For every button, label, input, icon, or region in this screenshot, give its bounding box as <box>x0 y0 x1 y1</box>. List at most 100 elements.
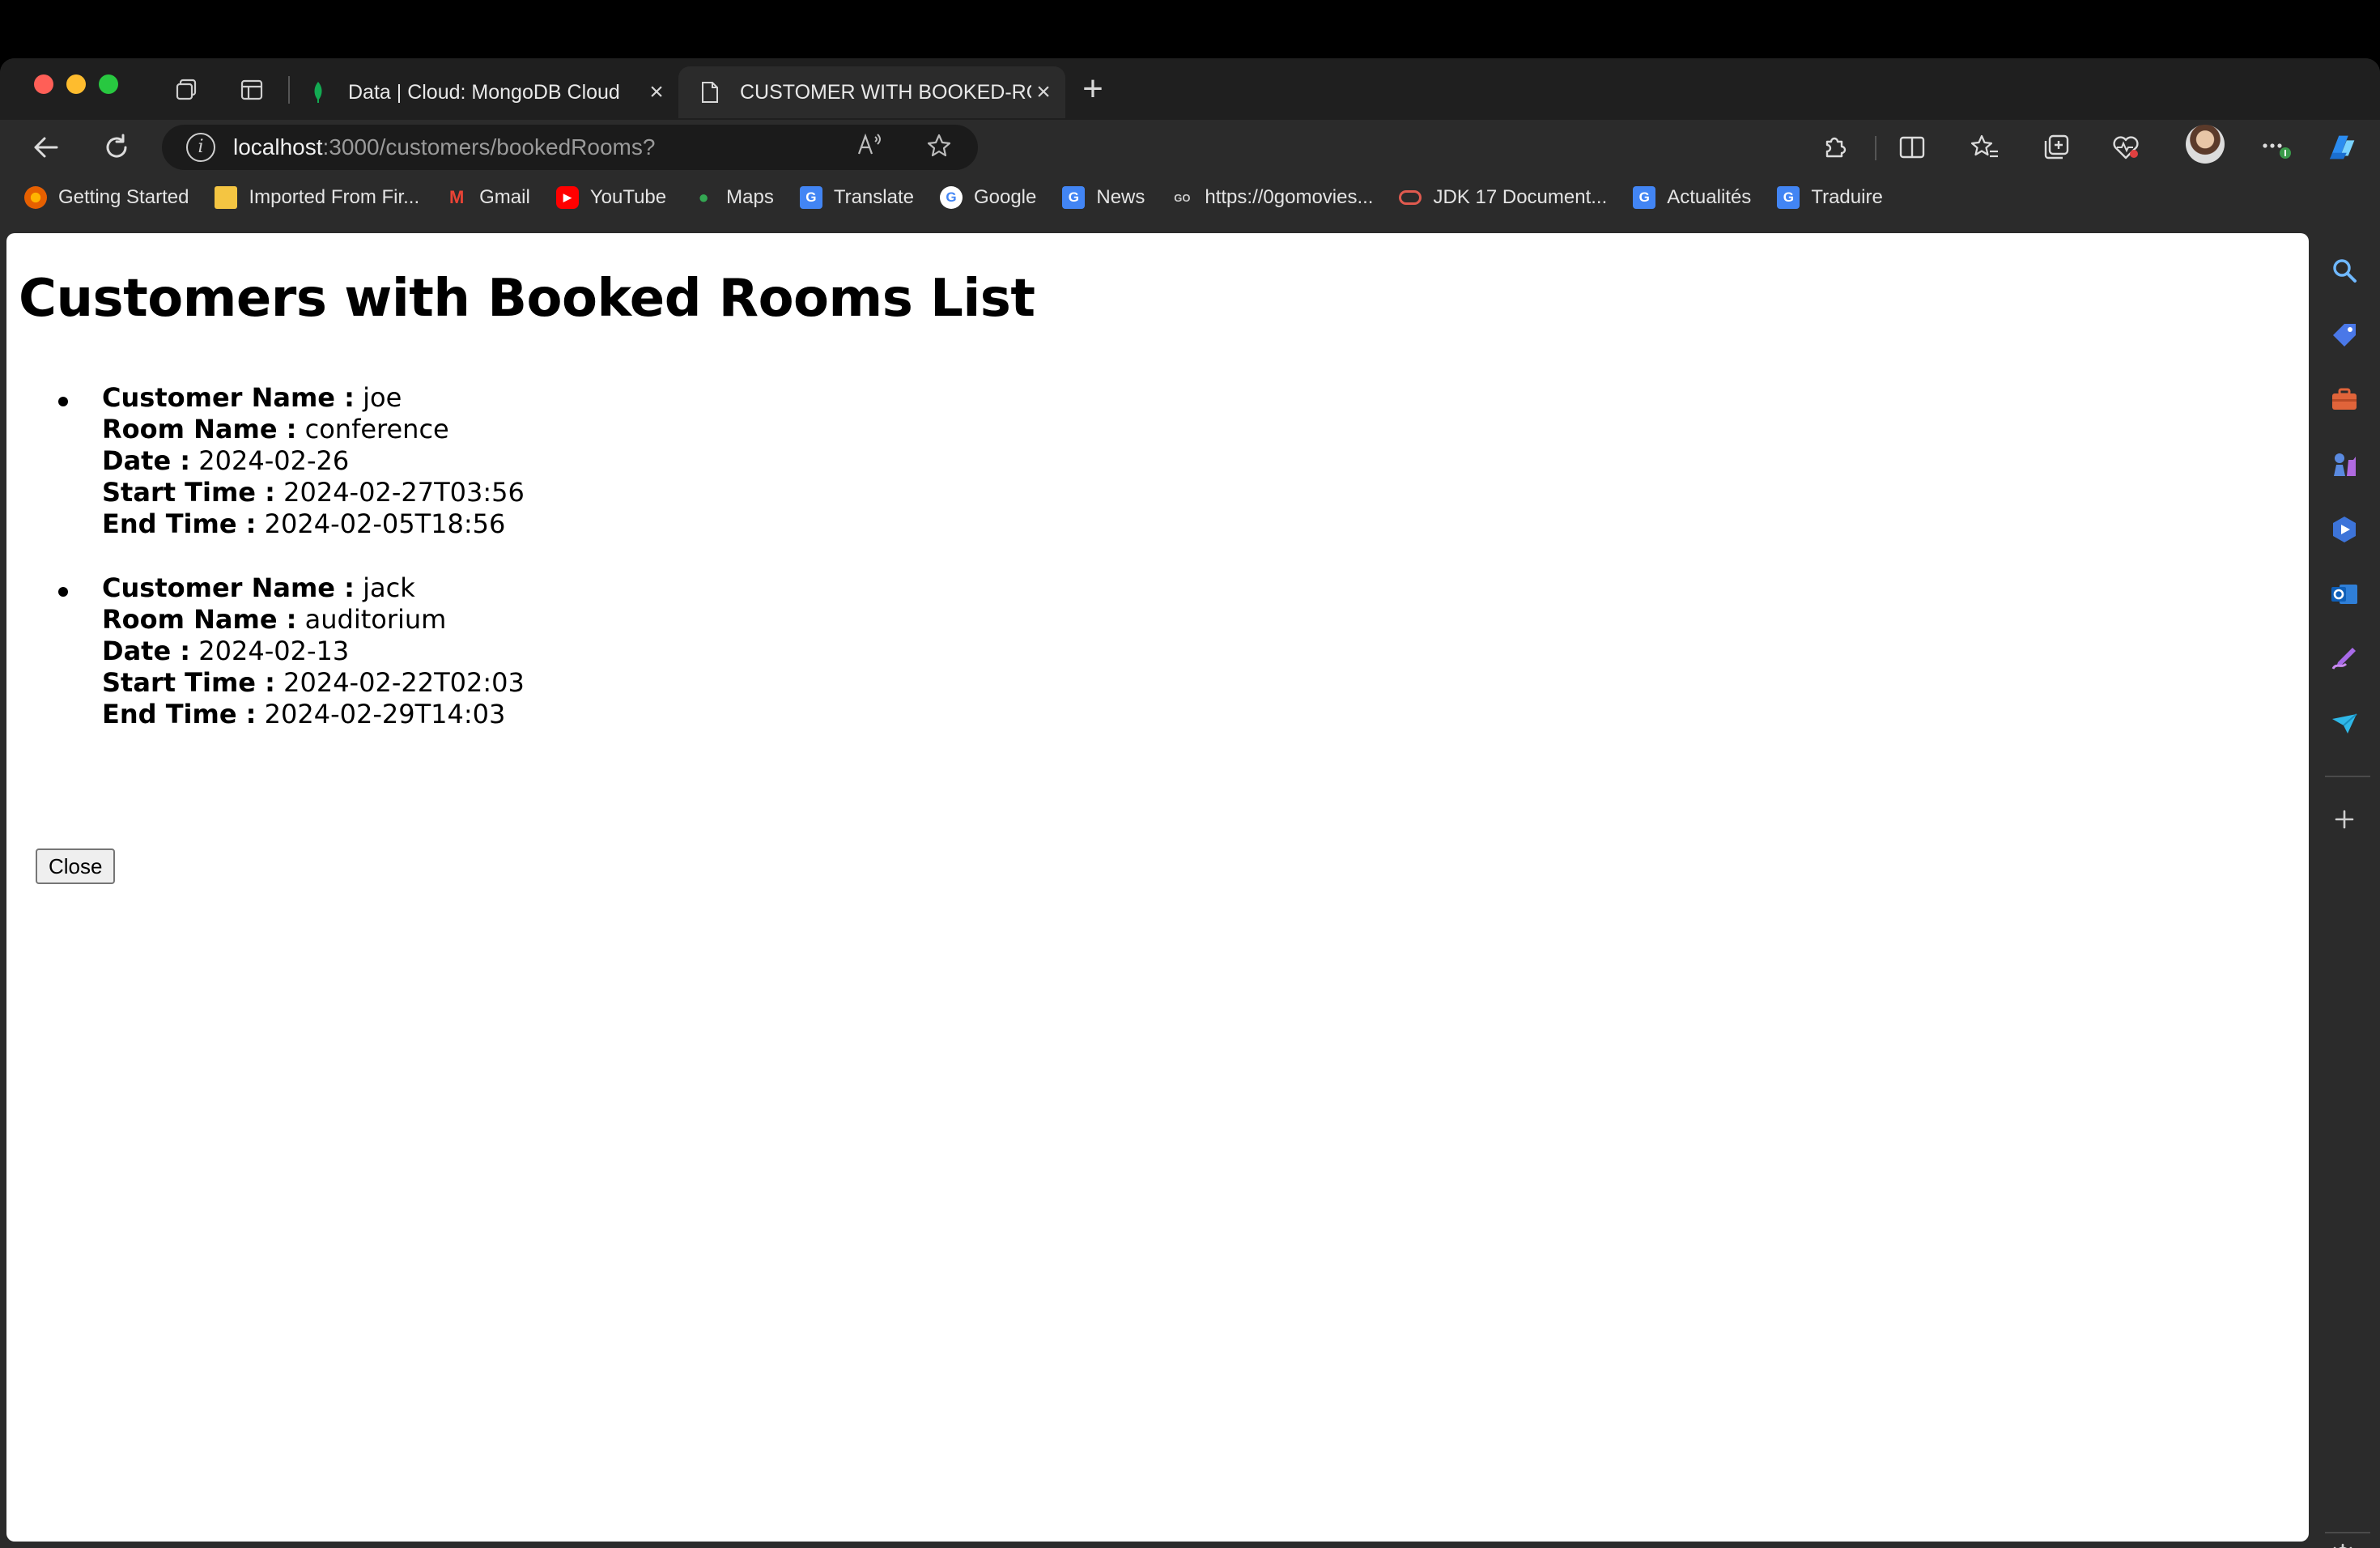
favorite-star-icon[interactable] <box>924 133 954 162</box>
bookmark-label: Maps <box>726 186 774 208</box>
end-time-field: End Time : 2024-02-05T18:56 <box>102 508 525 540</box>
more-options-icon[interactable] <box>2259 130 2294 165</box>
field-label: End Time : <box>102 508 257 539</box>
bookmark-actualit-s[interactable]: G Actualités <box>1633 186 1751 209</box>
bookmark-https-0gomovies[interactable]: GO https://0gomovies... <box>1171 186 1373 209</box>
bookmark-label: News <box>1096 186 1145 208</box>
sidebar-divider <box>2325 776 2370 777</box>
page-title: Customers with Booked Rooms List <box>19 269 1035 329</box>
room-name-field: Room Name : conference <box>102 414 525 445</box>
add-sidebar-app-icon[interactable] <box>2328 805 2361 841</box>
read-aloud-icon[interactable] <box>855 133 884 162</box>
field-value: 2024-02-26 <box>198 445 350 476</box>
bookmark-imported-from-fir[interactable]: Imported From Fir... <box>215 186 419 209</box>
customer-name-field: Customer Name : jack <box>102 572 525 604</box>
designer-icon[interactable] <box>2330 644 2359 674</box>
bookmark-gmail[interactable]: M Gmail <box>445 186 530 209</box>
tab-mongodb[interactable]: Data | Cloud: MongoDB Cloud × <box>306 66 678 118</box>
bookmark-google[interactable]: G Google <box>939 186 1037 209</box>
field-value: conference <box>304 414 449 444</box>
bookmark-news[interactable]: G News <box>1062 186 1145 209</box>
split-screen-icon[interactable] <box>1894 130 1930 165</box>
url-path: :3000/customers/bookedRooms? <box>322 134 656 159</box>
maximize-window-button[interactable] <box>99 74 118 94</box>
tab-title: CUSTOMER WITH BOOKED-RO <box>740 80 1031 104</box>
settings-gear-icon[interactable] <box>2328 1542 2361 1548</box>
field-label: Room Name : <box>102 604 297 635</box>
close-tab-icon[interactable]: × <box>1031 79 1056 106</box>
close-window-button[interactable] <box>34 74 53 94</box>
field-label: Start Time : <box>102 667 275 698</box>
bookmark-translate[interactable]: G Translate <box>799 186 914 209</box>
bookmarks-bar: ● Getting Started Imported From Fir... M Gma… <box>0 173 2380 222</box>
bookmark-youtube[interactable]: ▶ YouTube <box>555 186 667 209</box>
close-tab-icon[interactable]: × <box>644 79 669 106</box>
news-icon: G <box>1633 186 1656 209</box>
date-field: Date : 2024-02-13 <box>102 636 525 667</box>
field-value: 2024-02-22T02:03 <box>283 667 525 698</box>
google-icon: G <box>939 186 963 209</box>
bookmark-getting-started[interactable]: ● Getting Started <box>24 186 189 209</box>
copilot-icon[interactable] <box>2325 130 2361 165</box>
vertical-tabs-icon[interactable] <box>238 76 266 104</box>
page-icon <box>698 80 722 104</box>
bookmark-jdk-17-document[interactable]: JDK 17 Document... <box>1399 186 1607 209</box>
bookmark-traduire[interactable]: G Traduire <box>1777 186 1883 209</box>
firefox-icon: ● <box>24 186 47 209</box>
field-value: jack <box>363 572 415 603</box>
field-label: Customer Name : <box>102 572 355 603</box>
field-value: auditorium <box>304 604 447 635</box>
reload-icon[interactable] <box>99 130 134 165</box>
browser-essentials-icon[interactable] <box>2108 130 2144 165</box>
bookmark-label: Getting Started <box>58 186 189 208</box>
folder-icon <box>215 186 238 209</box>
bookmark-label: YouTube <box>589 186 667 208</box>
workspaces-icon[interactable] <box>173 76 201 104</box>
outlook-icon[interactable] <box>2330 580 2359 609</box>
tools-briefcase-icon[interactable] <box>2330 385 2359 415</box>
customer-name-field: Customer Name : joe <box>102 382 525 414</box>
list-item: Customer Name : jack Room Name : auditor… <box>58 572 525 730</box>
favorites-icon[interactable] <box>1967 130 2003 165</box>
profile-avatar[interactable] <box>2186 125 2225 164</box>
menu-bar-background <box>0 0 2380 58</box>
back-arrow-icon[interactable] <box>28 130 63 165</box>
send-drop-icon[interactable] <box>2330 709 2359 738</box>
url-text[interactable]: localhost:3000/customers/bookedRooms? <box>233 134 655 160</box>
oracle-icon <box>1399 190 1422 205</box>
mongodb-leaf-icon <box>306 80 330 104</box>
bookmark-label: https://0gomovies... <box>1205 186 1374 208</box>
translate-icon: G <box>1777 186 1800 209</box>
list-item: Customer Name : joe Room Name : conferen… <box>58 382 525 540</box>
field-label: Date : <box>102 636 191 666</box>
games-chess-icon[interactable] <box>2330 450 2359 479</box>
edge-sidebar <box>2309 223 2380 1548</box>
address-bar[interactable]: i localhost:3000/customers/bookedRooms? <box>162 125 978 170</box>
field-value: 2024-02-13 <box>198 636 350 666</box>
start-time-field: Start Time : 2024-02-22T02:03 <box>102 667 525 699</box>
gmail-icon: M <box>448 187 465 207</box>
toolbar: i localhost:3000/customers/bookedRooms? <box>0 120 2380 173</box>
shopping-tag-icon[interactable] <box>2330 321 2359 350</box>
tab-title: Data | Cloud: MongoDB Cloud <box>348 80 620 104</box>
field-value: 2024-02-27T03:56 <box>283 477 525 508</box>
bookmark-label: JDK 17 Document... <box>1433 186 1608 208</box>
start-time-field: Start Time : 2024-02-27T03:56 <box>102 477 525 508</box>
close-button[interactable]: Close <box>36 848 116 884</box>
room-name-field: Room Name : auditorium <box>102 604 525 636</box>
tab-separator <box>288 76 290 104</box>
bookmark-label: Gmail <box>479 186 530 208</box>
new-tab-icon[interactable]: + <box>1077 71 1109 107</box>
search-icon[interactable] <box>2330 256 2359 285</box>
end-time-field: End Time : 2024-02-29T14:03 <box>102 699 525 730</box>
news-icon: G <box>1062 186 1086 209</box>
bookmark-maps[interactable]: ● Maps <box>692 186 774 209</box>
site-info-icon[interactable]: i <box>186 133 215 162</box>
minimize-window-button[interactable] <box>66 74 86 94</box>
bookmark-label: Google <box>973 186 1037 208</box>
copilot-sidebar-icon[interactable] <box>2330 515 2359 544</box>
field-value: 2024-02-05T18:56 <box>264 508 506 539</box>
tab-booked-rooms[interactable]: CUSTOMER WITH BOOKED-RO × <box>678 66 1065 118</box>
collections-icon[interactable] <box>2038 130 2074 165</box>
extensions-icon[interactable] <box>1817 130 1852 165</box>
